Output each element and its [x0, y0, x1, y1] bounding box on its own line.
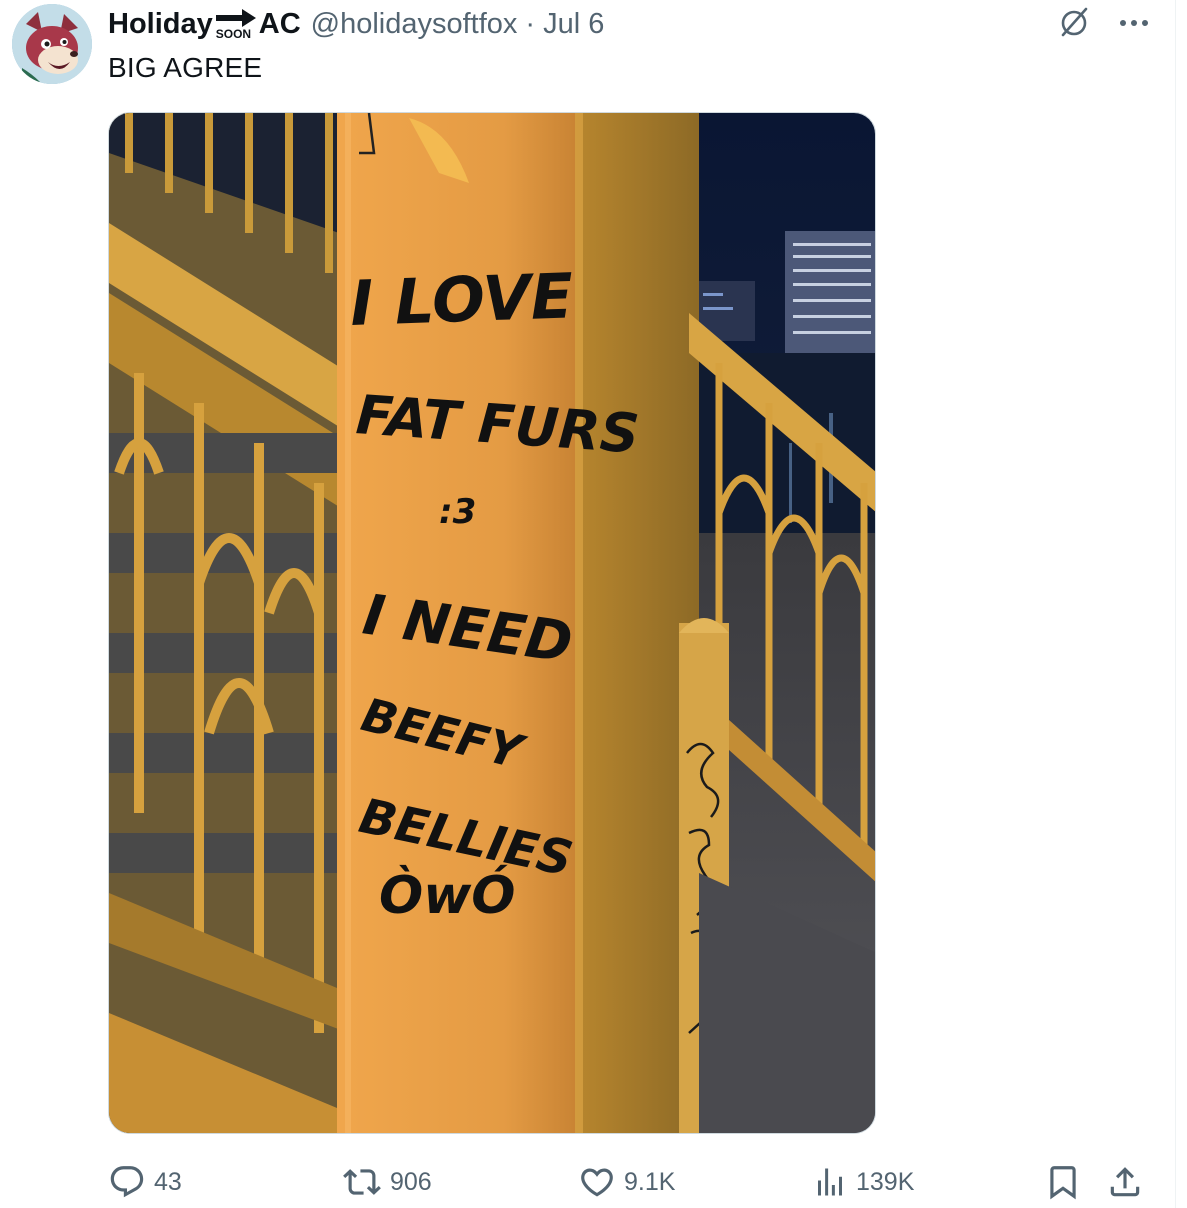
display-name-start[interactable]: Holiday [108, 8, 213, 41]
avatar[interactable] [12, 4, 92, 84]
grok-button[interactable] [1055, 4, 1093, 42]
bookmark-button[interactable] [1044, 1158, 1082, 1206]
share-icon [1110, 1167, 1140, 1197]
views-count: 139K [856, 1167, 915, 1196]
like-button[interactable]: 9.1K [578, 1158, 675, 1206]
reply-button[interactable]: 43 [108, 1158, 182, 1206]
more-options-button[interactable] [1115, 4, 1153, 42]
reply-count: 43 [154, 1167, 182, 1196]
separator: · [525, 7, 536, 40]
bookmark-icon [1050, 1166, 1076, 1200]
tweet-top-actions [1055, 4, 1153, 42]
views-button[interactable]: 139K [812, 1158, 914, 1206]
repost-icon [343, 1169, 381, 1195]
tweet-photo[interactable]: I LOVE FAT FURS :3 I NEED BEEFY BELLIES … [108, 112, 876, 1134]
views-chart-icon [818, 1168, 842, 1196]
graffiti-photo: I LOVE FAT FURS :3 I NEED BEEFY BELLIES … [109, 113, 875, 1133]
fox-avatar-icon [12, 4, 92, 84]
display-name-end[interactable]: AC [259, 8, 301, 41]
timeline-border [1175, 0, 1176, 1208]
like-count: 9.1K [624, 1167, 676, 1196]
more-dots-icon [1120, 20, 1148, 26]
heart-icon [581, 1168, 613, 1197]
repost-button[interactable]: 906 [342, 1158, 432, 1206]
graffiti-line-7: ÒwÓ [379, 864, 515, 926]
slashed-circle-icon [1061, 7, 1088, 37]
share-button[interactable] [1106, 1158, 1144, 1206]
repost-count: 906 [390, 1167, 432, 1196]
user-handle[interactable]: @holidaysoftfox [311, 8, 518, 41]
tweet-action-bar: 43 906 9.1K 139K [108, 1158, 1148, 1206]
tweet-header: Holiday SOON AC @holidaysoftfox · Jul 6 [108, 6, 604, 42]
graffiti-line-3: :3 [439, 492, 476, 532]
soon-label: SOON [215, 27, 252, 41]
tweet-text: BIG AGREE [108, 52, 263, 83]
soon-arrow-badge: SOON [214, 6, 258, 42]
reply-icon [110, 1166, 144, 1198]
tweet-date[interactable]: Jul 6 [543, 8, 604, 41]
graffiti-line-1: I LOVE [349, 259, 574, 340]
